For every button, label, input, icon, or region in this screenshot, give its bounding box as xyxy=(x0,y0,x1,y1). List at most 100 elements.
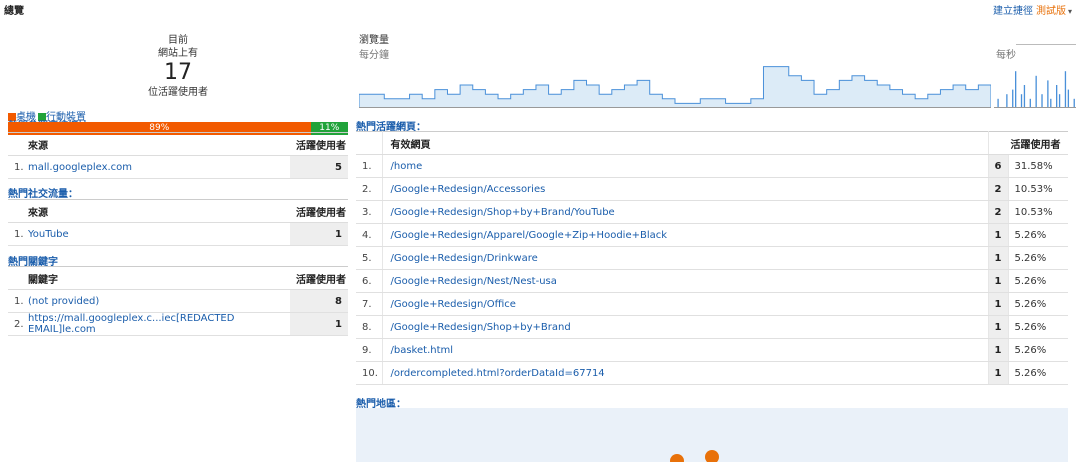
locations-map[interactable] xyxy=(356,408,1068,462)
per-second-bar xyxy=(1006,94,1008,108)
table-row: 3. /Google+Redesign/Shop+by+Brand/YouTube… xyxy=(356,200,1068,224)
per-second-bar xyxy=(997,98,999,108)
page-link[interactable]: /Google+Redesign/Apparel/Google+Zip+Hood… xyxy=(391,230,668,241)
page-link[interactable]: /ordercompleted.html?orderDataId=67714 xyxy=(391,368,605,379)
table-row: 1. YouTube 1 xyxy=(8,222,348,246)
active-pages-table: 有效網頁 活躍使用者 1. /home 6 31.58% 2. /Google+Redes… xyxy=(356,131,1068,385)
chart-divider xyxy=(1016,44,1076,45)
row-page[interactable]: /Google+Redesign/Nest/Nest-usa xyxy=(382,269,989,293)
keyword-link[interactable]: (not provided) xyxy=(28,296,99,307)
row-index: 4. xyxy=(356,223,383,247)
table-row: 10. /ordercompleted.html?orderDataId=6771… xyxy=(356,361,1068,385)
table-row: 2. https://mall.googleplex.c...iec[REDAC… xyxy=(8,312,348,336)
col-source: 來源 xyxy=(28,132,290,156)
row-percent: 5.26% xyxy=(1008,361,1068,385)
page-link[interactable]: /Google+Redesign/Shop+by+Brand/YouTube xyxy=(391,207,615,218)
row-users: 1 xyxy=(988,338,1009,362)
pageviews-per-second-chart xyxy=(994,71,1076,108)
row-percent: 31.58% xyxy=(1008,154,1068,178)
active-users-line1: 目前 xyxy=(168,35,188,46)
per-minute-series xyxy=(359,66,991,108)
pageviews-title: 瀏覽量 xyxy=(359,35,389,46)
active-users-count: 17 xyxy=(164,60,192,85)
page-link[interactable]: /Google+Redesign/Accessories xyxy=(391,184,546,195)
table-row: 4. /Google+Redesign/Apparel/Google+Zip+Ho… xyxy=(356,223,1068,247)
row-users: 1 xyxy=(988,292,1009,316)
page-link[interactable]: /Google+Redesign/Shop+by+Brand xyxy=(391,322,571,333)
row-page[interactable]: /ordercompleted.html?orderDataId=67714 xyxy=(382,361,989,385)
row-index: 1. xyxy=(356,154,383,178)
row-index: 10. xyxy=(356,361,383,385)
row-keyword[interactable]: https://mall.googleplex.c...iec[REDACTED… xyxy=(28,312,290,336)
row-page[interactable]: /Google+Redesign/Apparel/Google+Zip+Hood… xyxy=(382,223,989,247)
row-page[interactable]: /Google+Redesign/Shop+by+Brand xyxy=(382,315,989,339)
row-keyword[interactable]: (not provided) xyxy=(28,289,290,313)
per-second-bar xyxy=(1029,98,1031,108)
col-active-users[interactable]: 活躍使用者 xyxy=(290,199,348,223)
source-link[interactable]: mall.googleplex.com xyxy=(28,162,132,173)
active-users-line3: 位活躍使用者 xyxy=(148,87,208,98)
page-link[interactable]: /Google+Redesign/Nest/Nest-usa xyxy=(391,276,557,287)
col-active-users[interactable]: 活躍使用者 xyxy=(988,131,1068,155)
col-active-page: 有效網頁 xyxy=(382,131,989,155)
per-second-bar xyxy=(1058,94,1061,108)
row-percent: 10.53% xyxy=(1008,200,1068,224)
per-second-bar xyxy=(1012,89,1014,108)
row-percent: 10.53% xyxy=(1008,177,1068,201)
table-row: 1. mall.googleplex.com 5 xyxy=(8,155,348,179)
row-index: 1. xyxy=(8,222,28,246)
page-link[interactable]: /basket.html xyxy=(391,345,454,356)
row-index: 2. xyxy=(8,312,28,336)
row-users: 8 xyxy=(290,289,348,313)
beta-badge: 測試版 xyxy=(1035,6,1066,17)
page-title: 總覽 xyxy=(4,6,24,17)
row-page[interactable]: /Google+Redesign/Shop+by+Brand/YouTube xyxy=(382,200,989,224)
per-second-bar xyxy=(1041,94,1043,108)
row-source[interactable]: mall.googleplex.com xyxy=(28,155,290,179)
active-users-line2: 網站上有 xyxy=(158,48,198,59)
col-active-users[interactable]: 活躍使用者 xyxy=(290,266,348,290)
col-index xyxy=(8,199,28,223)
referrals-table: 來源 活躍使用者 1. mall.googleplex.com 5 xyxy=(8,132,348,179)
per-second-bar xyxy=(1050,98,1052,108)
page-link[interactable]: /Google+Redesign/Drinkware xyxy=(391,253,538,264)
per-second-bar xyxy=(1047,80,1049,108)
row-source[interactable]: YouTube xyxy=(28,222,290,246)
chevron-down-icon[interactable]: ▾ xyxy=(1068,7,1072,16)
row-index: 6. xyxy=(356,269,383,293)
keyword-link[interactable]: https://mall.googleplex.c...iec[REDACTED… xyxy=(28,313,234,335)
col-source: 來源 xyxy=(28,199,290,223)
row-users: 5 xyxy=(290,155,348,179)
map-location-marker[interactable] xyxy=(705,450,719,462)
row-percent: 5.26% xyxy=(1008,223,1068,247)
source-link[interactable]: YouTube xyxy=(28,229,69,240)
row-users: 1 xyxy=(290,222,348,246)
row-page[interactable]: /Google+Redesign/Office xyxy=(382,292,989,316)
row-index: 1. xyxy=(8,155,28,179)
table-row: 7. /Google+Redesign/Office 1 5.26% xyxy=(356,292,1068,316)
row-percent: 5.26% xyxy=(1008,246,1068,270)
row-page[interactable]: /home xyxy=(382,154,989,178)
row-users: 1 xyxy=(988,246,1009,270)
table-row: 2. /Google+Redesign/Accessories 2 10.53% xyxy=(356,177,1068,201)
row-users: 1 xyxy=(290,312,348,336)
page-link[interactable]: /home xyxy=(391,161,423,172)
page-link[interactable]: /Google+Redesign/Office xyxy=(391,299,516,310)
table-row: 5. /Google+Redesign/Drinkware 1 5.26% xyxy=(356,246,1068,270)
row-percent: 5.26% xyxy=(1008,269,1068,293)
row-index: 5. xyxy=(356,246,383,270)
create-shortcut-link[interactable]: 建立捷徑 xyxy=(993,6,1033,17)
per-second-bar xyxy=(1035,75,1037,108)
row-page[interactable]: /Google+Redesign/Accessories xyxy=(382,177,989,201)
row-index: 7. xyxy=(356,292,383,316)
pageviews-per-minute-chart xyxy=(359,66,991,108)
col-active-users[interactable]: 活躍使用者 xyxy=(290,132,348,156)
row-index: 9. xyxy=(356,338,383,362)
row-users: 1 xyxy=(988,223,1009,247)
col-keyword: 關鍵字 xyxy=(28,266,290,290)
row-page[interactable]: /Google+Redesign/Drinkware xyxy=(382,246,989,270)
map-location-marker[interactable] xyxy=(670,454,684,462)
row-page[interactable]: /basket.html xyxy=(382,338,989,362)
row-users: 6 xyxy=(988,154,1009,178)
per-second-bar xyxy=(1073,98,1075,108)
